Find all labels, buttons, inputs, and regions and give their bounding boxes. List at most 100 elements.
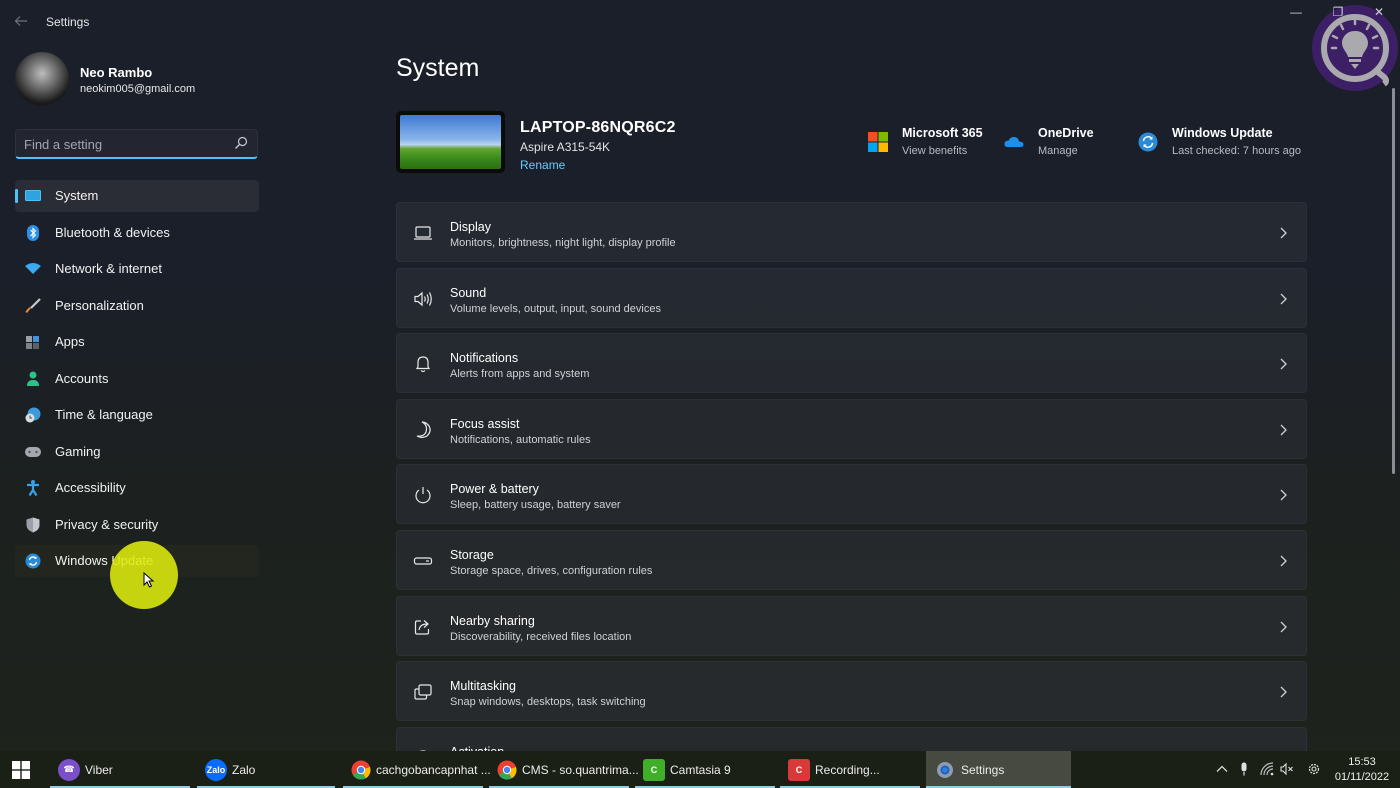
card-subtitle: Discoverability, received files location — [450, 630, 632, 643]
sidebar-item-time-language[interactable]: Time & language — [15, 399, 259, 431]
sidebar-item-bluetooth[interactable]: Bluetooth & devices — [15, 217, 259, 249]
search-icon[interactable] — [234, 136, 248, 150]
settings-gear-icon — [934, 759, 956, 781]
speaker-icon — [414, 291, 432, 306]
settings-card-power-battery[interactable]: Power & battery Sleep, battery usage, ba… — [396, 464, 1307, 525]
clock[interactable]: 15:53 01/11/2022 — [1332, 755, 1392, 785]
quick-link-subtitle: Manage — [1038, 145, 1078, 157]
sidebar-item-personalization[interactable]: Personalization — [15, 290, 259, 322]
settings-card-nearby-sharing[interactable]: Nearby sharing Discoverability, received… — [396, 595, 1307, 656]
volume-muted-icon[interactable] — [1280, 762, 1294, 776]
back-button[interactable] — [14, 14, 30, 30]
person-icon — [25, 371, 41, 387]
quick-link-microsoft-365[interactable]: Microsoft 365 View benefits — [868, 124, 998, 164]
laptop-icon — [414, 226, 432, 240]
card-subtitle: Storage space, drives, configuration rul… — [450, 564, 653, 577]
quick-link-windows-update[interactable]: Windows Update Last checked: 7 hours ago — [1138, 124, 1308, 164]
device-name: LAPTOP-86NQR6C2 — [520, 119, 676, 136]
taskbar-app-label: Recording... — [815, 762, 880, 777]
sidebar-item-privacy-security[interactable]: Privacy & security — [15, 509, 259, 541]
settings-card-display[interactable]: Display Monitors, brightness, night ligh… — [396, 202, 1307, 262]
maximize-button[interactable]: ❐ — [1328, 5, 1348, 19]
accessibility-icon — [25, 480, 41, 496]
taskbar-app-chrome-2[interactable]: CMS - so.quantrima... — [489, 751, 639, 788]
shield-icon — [25, 517, 41, 533]
windows-start-icon[interactable] — [12, 761, 30, 779]
user-name: Neo Rambo — [80, 65, 153, 80]
chevron-up-icon[interactable] — [1215, 762, 1229, 776]
sidebar-item-accessibility[interactable]: Accessibility — [15, 472, 259, 504]
sidebar-item-label: Accounts — [55, 370, 109, 386]
card-title: Notifications — [450, 351, 519, 366]
arrow-left-icon — [14, 16, 27, 26]
quick-link-onedrive[interactable]: OneDrive Manage — [1004, 124, 1124, 164]
quick-link-subtitle: Last checked: 7 hours ago — [1172, 145, 1302, 157]
close-button[interactable]: ✕ — [1369, 5, 1389, 19]
chevron-right-icon — [1280, 621, 1287, 633]
card-subtitle: Alerts from apps and system — [450, 368, 590, 381]
chevron-right-icon — [1280, 555, 1287, 567]
viber-icon: ☎ — [58, 758, 80, 781]
sidebar-item-label: Accessibility — [55, 480, 126, 495]
taskbar-app-zalo[interactable]: Zalo Zalo — [197, 751, 335, 788]
sidebar-item-gaming[interactable]: Gaming — [15, 436, 259, 468]
settings-icon[interactable] — [1307, 762, 1321, 776]
sidebar-item-label: Time & language — [55, 407, 153, 422]
taskbar-app-label: Zalo — [232, 762, 256, 777]
wifi-signal-icon[interactable] — [1260, 762, 1274, 776]
microphone-icon[interactable] — [1237, 762, 1251, 776]
scrollbar[interactable] — [1392, 88, 1395, 474]
monitor-icon — [25, 188, 41, 204]
taskbar-app-label: cachgobancapnhat ... — [376, 762, 491, 777]
taskbar-app-viber[interactable]: ☎ Viber — [50, 751, 190, 788]
device-info: LAPTOP-86NQR6C2 Aspire A315-54K Rename — [396, 111, 866, 175]
rename-link[interactable]: Rename — [520, 158, 565, 172]
chevron-right-icon — [1280, 424, 1287, 436]
settings-card-sound[interactable]: Sound Volume levels, output, input, soun… — [396, 267, 1307, 328]
chevron-right-icon — [1280, 358, 1287, 370]
card-title: Sound — [450, 285, 487, 300]
card-subtitle: Sleep, battery usage, battery saver — [450, 499, 621, 512]
sidebar-item-label: Gaming — [55, 443, 101, 459]
sidebar-item-label: Personalization — [55, 297, 144, 313]
mouse-pointer-icon — [143, 572, 155, 588]
card-subtitle: Snap windows, desktops, task switching — [450, 696, 646, 709]
chevron-right-icon — [1280, 293, 1287, 305]
active-indicator — [15, 189, 18, 203]
settings-card-focus-assist[interactable]: Focus assist Notifications, automatic ru… — [396, 398, 1307, 459]
sidebar-item-system[interactable]: System — [15, 180, 259, 212]
bluetooth-icon — [25, 224, 41, 241]
settings-card-notifications[interactable]: Notifications Alerts from apps and syste… — [396, 333, 1307, 394]
card-title: Power & battery — [450, 482, 539, 497]
quick-link-title: Microsoft 365 — [902, 126, 983, 140]
taskbar-app-recorder[interactable]: C Recording... — [780, 751, 920, 788]
sync-icon — [25, 553, 41, 569]
chrome-icon — [497, 759, 517, 781]
apps-icon — [25, 334, 41, 350]
sidebar-item-accounts[interactable]: Accounts — [15, 363, 259, 395]
taskbar-app-chrome-1[interactable]: cachgobancapnhat ... — [343, 751, 491, 788]
settings-list: Display Monitors, brightness, night ligh… — [396, 202, 1307, 762]
taskbar-app-label: Camtasia 9 — [670, 762, 731, 777]
user-profile[interactable]: Neo Rambo neokim005@gmail.com — [15, 52, 265, 107]
chevron-right-icon — [1280, 686, 1287, 698]
taskbar-app-camtasia[interactable]: C Camtasia 9 — [635, 751, 775, 788]
search-input[interactable] — [24, 135, 224, 153]
taskbar-app-settings[interactable]: Settings — [926, 751, 1071, 788]
settings-card-multitasking[interactable]: Multitasking Snap windows, desktops, tas… — [396, 661, 1307, 722]
wifi-icon — [25, 261, 41, 277]
card-subtitle: Monitors, brightness, night light, displ… — [450, 237, 676, 249]
user-email: neokim005@gmail.com — [80, 83, 196, 95]
app-title: Settings — [46, 15, 90, 29]
share-icon — [414, 619, 430, 635]
minimize-button[interactable]: — — [1286, 5, 1306, 19]
search-box[interactable] — [15, 129, 258, 159]
clock-time: 15:53 — [1348, 756, 1376, 768]
settings-card-storage[interactable]: Storage Storage space, drives, configura… — [396, 529, 1307, 590]
sidebar-item-network[interactable]: Network & internet — [15, 253, 259, 285]
desktop-wallpaper-thumbnail — [396, 111, 505, 173]
card-title: Display — [450, 220, 491, 234]
multitask-icon — [414, 684, 432, 700]
sidebar-item-apps[interactable]: Apps — [15, 326, 259, 358]
sidebar-item-label: Network & internet — [55, 261, 162, 276]
